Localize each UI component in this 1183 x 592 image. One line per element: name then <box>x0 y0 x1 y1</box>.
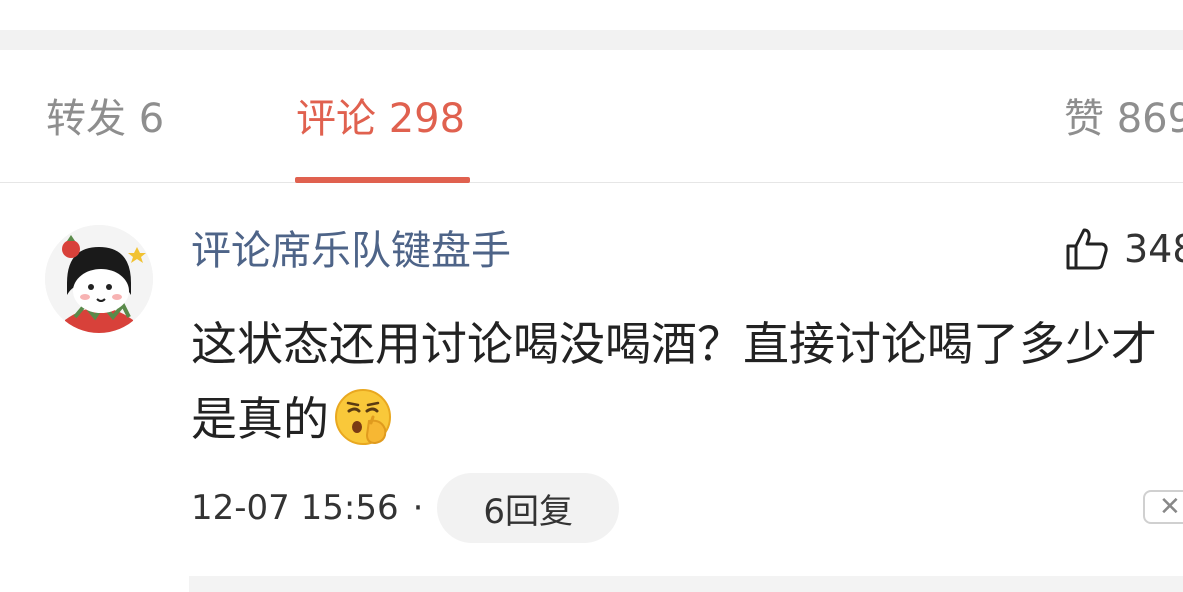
thumbs-up-icon <box>1066 228 1108 270</box>
meta-separator: · <box>412 488 424 528</box>
shushing-face-emoji-icon <box>335 389 391 445</box>
like-button[interactable]: 348 <box>1064 225 1183 273</box>
tab-comments[interactable]: 评论 298 <box>296 94 465 144</box>
replies-preview-box <box>189 576 1183 592</box>
comment-text: 这状态还用讨论喝没喝酒？直接讨论喝了多少才是真的 <box>191 307 1183 457</box>
comment-item: 评论席乐队键盘手 348 这状态还用讨论喝没喝酒？直接讨论喝了多少才是真的 12… <box>0 183 1183 592</box>
tab-repost[interactable]: 转发 6 <box>46 94 164 144</box>
section-divider <box>0 30 1183 50</box>
replies-label: 6回复 <box>483 491 574 532</box>
dismiss-button[interactable]: ✕ <box>1143 490 1183 524</box>
comment-meta: 12-07 15:56 · 6回复 <box>191 473 620 543</box>
avatar-cartoon-icon <box>45 225 153 333</box>
comment-timestamp: 12-07 15:56 <box>191 488 399 528</box>
top-strip <box>0 0 1183 30</box>
tab-likes[interactable]: 赞 869 <box>1064 94 1183 144</box>
close-icon: ✕ <box>1159 492 1181 522</box>
tab-bar: 转发 6 评论 298 赞 869 <box>0 50 1183 183</box>
replies-button[interactable]: 6回复 <box>437 473 620 543</box>
like-count: 348 <box>1124 227 1183 271</box>
avatar[interactable] <box>45 225 153 333</box>
comment-username[interactable]: 评论席乐队键盘手 <box>191 227 511 275</box>
